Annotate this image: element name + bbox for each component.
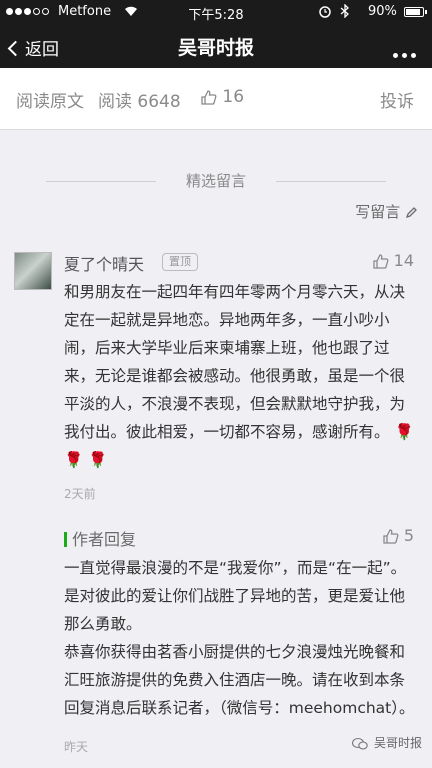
- comment-body: 和男朋友在一起四年有四年零两个月零六天，从决定在一起就是异地恋。异地两年多，一直…: [64, 283, 406, 441]
- write-comment-button[interactable]: 写留言: [355, 201, 418, 222]
- more-dot-icon: [402, 53, 407, 58]
- article-stats-bar: 阅读原文 阅读 6648 16 投诉: [0, 68, 432, 130]
- battery-cap: [425, 10, 427, 14]
- thumbs-up-icon: [383, 529, 399, 544]
- comment-like-button[interactable]: 14: [372, 251, 414, 270]
- reply-like-count: 5: [403, 526, 414, 545]
- pinned-badge: 置顶: [162, 253, 198, 271]
- thumbs-up-icon: [201, 89, 217, 105]
- reply-paragraph: 恭喜你获得由茗香小厨提供的七夕浪漫烛光晚餐和汇旺旅游提供的免费入住酒店一晚。请在…: [64, 643, 415, 717]
- page-title: 吴哥时报: [177, 37, 254, 59]
- more-dot-icon: [411, 53, 416, 58]
- article-like-button[interactable]: 16: [200, 87, 244, 107]
- status-bar: Metfone 下午5:28 90%: [0, 0, 432, 24]
- comment-time: 2天前: [64, 487, 96, 501]
- battery-level-fill: [406, 9, 420, 15]
- write-comment-label: 写留言: [355, 203, 401, 221]
- reply-time: 昨天: [64, 740, 89, 754]
- reply-label: 作者回复: [72, 530, 137, 549]
- chevron-left-icon: [7, 40, 24, 57]
- divider: [276, 181, 386, 182]
- bluetooth-icon: [340, 3, 350, 18]
- more-button[interactable]: [389, 43, 416, 62]
- watermark: 吴哥时报: [352, 734, 422, 751]
- reply-paragraph: 一直觉得最浪漫的不是“我爱你”，而是“在一起”。是对彼此的爱让你们战胜了异地的苦…: [64, 559, 407, 633]
- divider: [46, 181, 156, 182]
- section-title: 精选留言: [185, 172, 246, 190]
- reply-like-button[interactable]: 5: [382, 526, 414, 545]
- back-button[interactable]: 返回: [7, 35, 59, 60]
- comments-section-header: 精选留言: [0, 170, 432, 191]
- more-dot-icon: [393, 53, 398, 58]
- comment-text: 和男朋友在一起四年有四年零两个月零六天，从决定在一起就是异地恋。异地两年多，一直…: [64, 278, 416, 474]
- read-original-link[interactable]: 阅读原文: [16, 87, 84, 112]
- navigation-bar: 返回 吴哥时报: [0, 24, 432, 68]
- back-label: 返回: [25, 40, 59, 60]
- comment-like-count: 14: [393, 251, 414, 270]
- read-count: 阅读 6648: [98, 92, 181, 112]
- comment-author: 夏了个晴天: [64, 255, 145, 274]
- reply-text: 一直觉得最浪漫的不是“我爱你”，而是“在一起”。是对彼此的爱让你们战胜了异地的苦…: [64, 554, 416, 722]
- watermark-text: 吴哥时报: [373, 736, 422, 750]
- thumbs-up-icon: [372, 254, 388, 269]
- alarm-icon: [318, 3, 332, 18]
- wechat-icon: [352, 737, 368, 750]
- report-button[interactable]: 投诉: [380, 87, 414, 112]
- avatar[interactable]: [14, 252, 52, 290]
- pencil-icon: [405, 207, 417, 219]
- reply-accent-bar: [64, 532, 67, 547]
- battery-percent: 90%: [368, 4, 397, 19]
- article-like-count: 16: [222, 87, 245, 107]
- battery-icon: [404, 7, 427, 17]
